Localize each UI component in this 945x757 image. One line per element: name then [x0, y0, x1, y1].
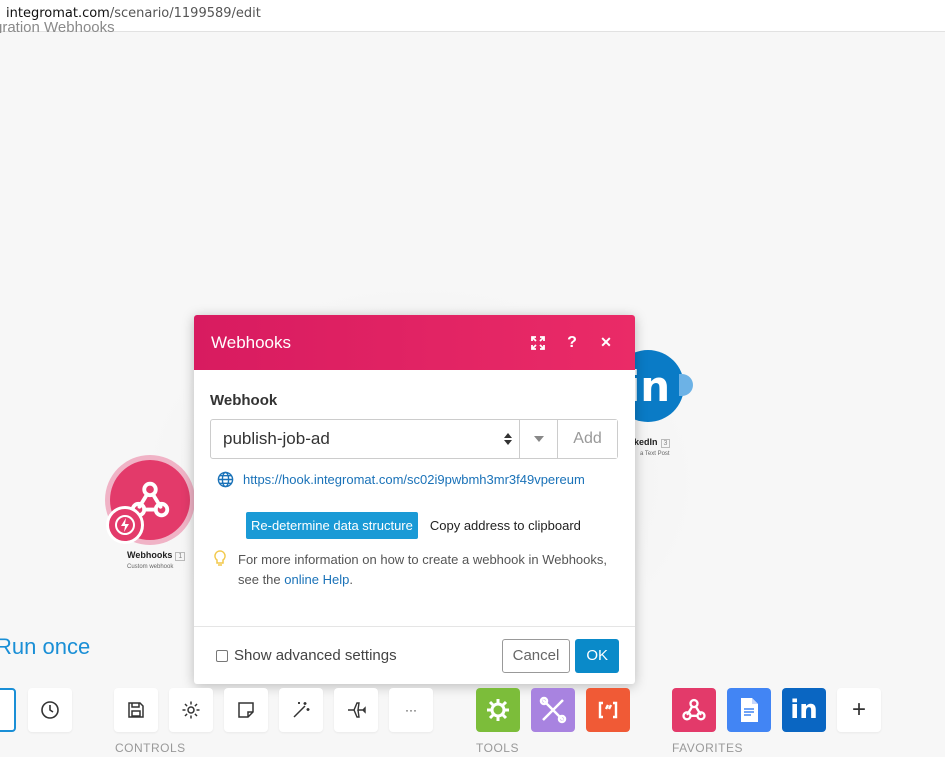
instant-trigger-icon: [106, 506, 144, 544]
scenario-settings-button[interactable]: [169, 688, 213, 732]
favorite-google-docs-button[interactable]: [727, 688, 771, 732]
controls-group-label: CONTROLS: [115, 741, 186, 755]
webhooks-module-label: Webhooks 1: [127, 550, 186, 561]
dialog-title: Webhooks: [211, 332, 292, 352]
redetermine-data-structure-button[interactable]: Re-determine data structure: [246, 512, 418, 539]
webhooks-module-subtitle: Custom webhook: [127, 564, 174, 570]
chevron-down-icon: [533, 436, 544, 442]
globe-icon: [217, 471, 234, 488]
notes-button[interactable]: [224, 688, 268, 732]
tools-wrench-icon: [539, 696, 567, 724]
linkedin-module-index: 3: [660, 439, 671, 448]
dialog-footer: Show advanced settings Cancel OK: [194, 626, 635, 684]
google-docs-icon: [741, 698, 758, 722]
help-text-after: .: [349, 572, 353, 587]
webhooks-icon: [682, 698, 706, 721]
help-text: For more information on how to create a …: [238, 550, 619, 590]
ok-button[interactable]: OK: [575, 638, 619, 673]
favorite-linkedin-button[interactable]: in: [782, 688, 826, 732]
copy-address-button[interactable]: Copy address to clipboard: [423, 512, 587, 539]
magic-wand-icon: [293, 702, 310, 718]
explain-flow-button[interactable]: [334, 688, 378, 732]
scheduling-button[interactable]: [28, 688, 72, 732]
linkedin-module-label: kedIn 3: [634, 437, 671, 448]
lightbulb-icon: [214, 550, 226, 590]
more-button[interactable]: ···: [389, 688, 433, 732]
dialog-header: Webhooks ? ✕: [194, 315, 635, 370]
advanced-settings-label: Show advanced settings: [234, 647, 397, 664]
note-icon: [238, 702, 254, 718]
plus-icon: +: [851, 696, 866, 723]
clock-icon: [41, 701, 59, 719]
gear-icon: [182, 701, 200, 719]
tools-gear-icon: [487, 699, 509, 721]
add-webhook-button[interactable]: Add: [557, 420, 617, 458]
linkedin-icon: in: [790, 695, 818, 725]
airplane-icon: [348, 702, 366, 718]
bottom-toolbar: ··· CONTROLS TOOLS in + FAVORITES: [0, 686, 945, 757]
cancel-button[interactable]: Cancel: [501, 638, 571, 673]
select-sort-icon[interactable]: [497, 420, 519, 458]
help-icon[interactable]: ?: [560, 331, 584, 355]
close-icon[interactable]: ✕: [594, 331, 618, 355]
webhooks-module-name: Webhooks: [127, 550, 173, 560]
add-favorite-button[interactable]: +: [837, 688, 881, 732]
favorite-webhooks-button[interactable]: [672, 688, 716, 732]
webhooks-dialog: Webhooks ? ✕ Webhook publish-job-ad Add …: [194, 315, 635, 684]
online-help-link[interactable]: online Help: [284, 572, 349, 587]
webhooks-module-index: 1: [175, 552, 186, 561]
more-icon: ···: [405, 703, 417, 717]
url-domain: integromat.com: [6, 6, 110, 21]
webhook-select-row: publish-job-ad Add: [210, 419, 618, 459]
tools-group-label: TOOLS: [476, 741, 519, 755]
tools-flow-control-button[interactable]: [476, 688, 520, 732]
run-once-button[interactable]: [0, 688, 16, 732]
webhook-select-value: publish-job-ad: [223, 429, 330, 448]
webhook-dropdown-button[interactable]: [519, 420, 557, 458]
browser-url-bar[interactable]: integromat.com/scenario/1199589/edit: [0, 0, 945, 32]
webhook-url[interactable]: https://hook.integromat.com/sc02i9pwbmh3…: [243, 472, 585, 487]
tools-text-parser-button[interactable]: [586, 688, 630, 732]
scenario-title: gration Webhooks: [0, 20, 115, 33]
expand-icon[interactable]: [526, 331, 550, 355]
save-button[interactable]: [114, 688, 158, 732]
webhook-select[interactable]: publish-job-ad: [211, 420, 497, 458]
advanced-settings-checkbox[interactable]: [216, 649, 228, 662]
dialog-body: Webhook publish-job-ad Add https://hook.…: [194, 370, 635, 630]
favorites-group-label: FAVORITES: [672, 741, 743, 755]
run-once-link[interactable]: Run once: [0, 634, 90, 660]
url-path: /scenario/1199589/edit: [109, 6, 261, 21]
help-note: For more information on how to create a …: [214, 550, 619, 590]
webhook-actions: Re-determine data structure Copy address…: [246, 512, 619, 539]
auto-align-button[interactable]: [279, 688, 323, 732]
save-icon: [128, 702, 144, 718]
linkedin-module-subtitle: a Text Post: [640, 451, 670, 457]
webhook-url-row: https://hook.integromat.com/sc02i9pwbmh3…: [210, 471, 620, 488]
show-advanced-settings[interactable]: Show advanced settings: [216, 647, 502, 664]
linkedin-module-name: kedIn: [634, 437, 658, 447]
tools-brackets-icon: [598, 701, 618, 719]
tools-utilities-button[interactable]: [531, 688, 575, 732]
webhook-field-label: Webhook: [210, 392, 278, 409]
